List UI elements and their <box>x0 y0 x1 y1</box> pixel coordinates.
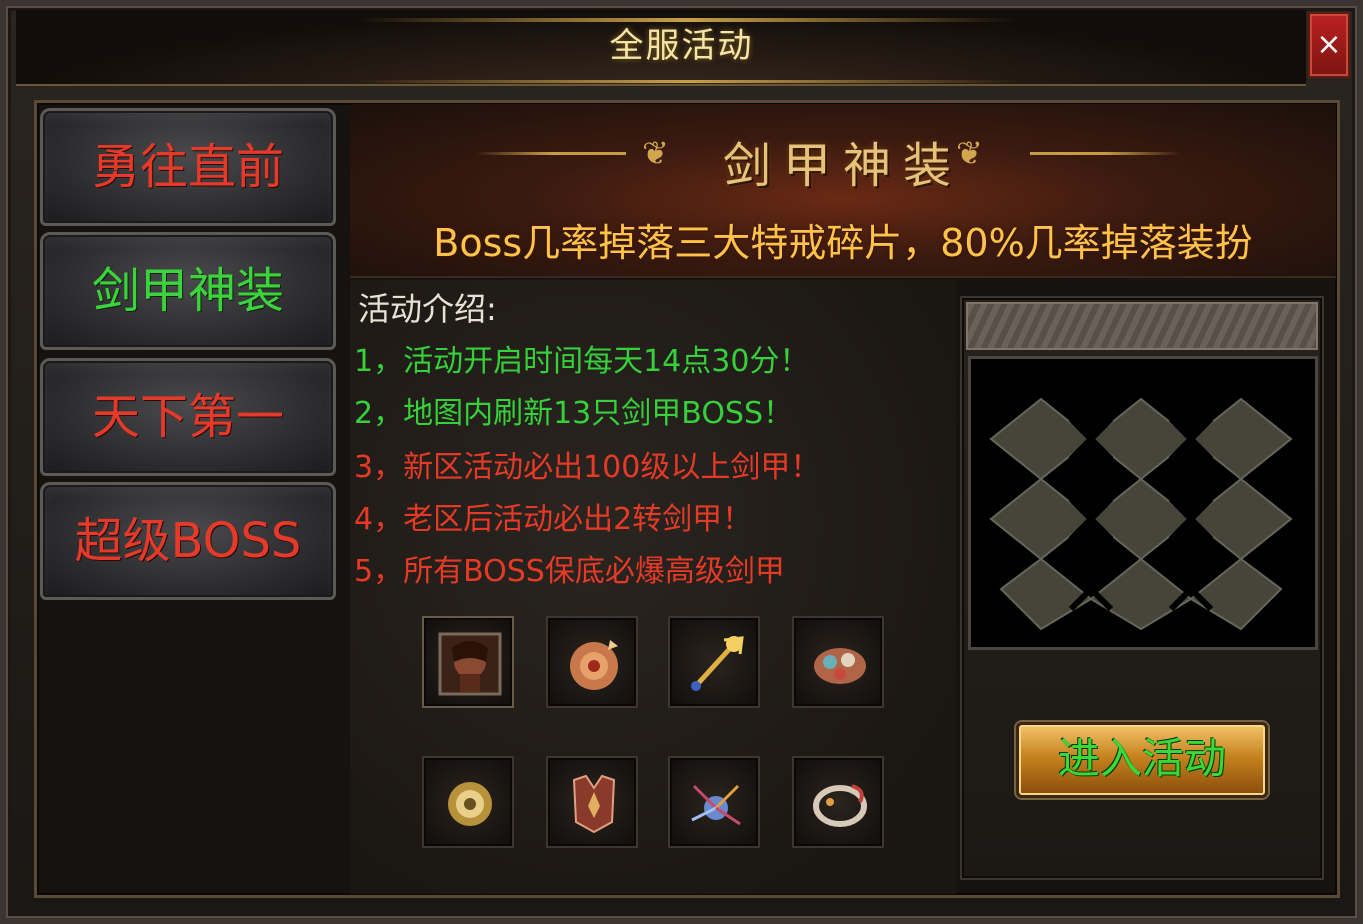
reward-slot[interactable] <box>422 756 514 848</box>
dragon-ring-icon <box>813 784 867 827</box>
sidebar-item-super-boss[interactable]: 超级BOSS <box>40 482 336 600</box>
window-title: 全服活动 <box>609 26 754 66</box>
intro-title: 活动介绍: <box>358 290 497 328</box>
reward-slot[interactable] <box>668 616 760 708</box>
rule-line: 1，活动开启时间每天14点30分！ <box>354 344 810 379</box>
orb-icon <box>570 640 618 690</box>
reward-slot[interactable] <box>546 616 638 708</box>
reward-slot[interactable] <box>422 616 514 708</box>
reward-slot[interactable] <box>668 756 760 848</box>
title-glow-bottom <box>356 80 1016 83</box>
dungeon-map-icon <box>989 397 1293 631</box>
banner-title: 剑甲神装 <box>722 138 963 194</box>
map-header <box>966 302 1318 350</box>
gem-cluster-icon <box>814 648 866 684</box>
gold-ring-icon <box>448 782 492 826</box>
dungeon-map-icon <box>968 356 1318 650</box>
sidebar-item-brave-forward[interactable]: 勇往直前 <box>40 108 336 226</box>
banner-subtitle: Boss几率掉落三大特戒碎片，80%几率掉落装扮 <box>433 221 1253 265</box>
activity-banner: ❦ ❦ 剑甲神装 Boss几率掉落三大特戒碎片，80%几率掉落装扮 <box>350 104 1336 278</box>
portrait-icon <box>438 632 502 696</box>
rule-line: 3，新区活动必出100级以上剑甲！ <box>354 450 821 485</box>
crystal-spray-icon <box>691 784 741 826</box>
sidebar-item-sword-armor[interactable]: 剑甲神装 <box>40 232 336 350</box>
sidebar-item-number-one[interactable]: 天下第一 <box>40 358 336 476</box>
reward-slot[interactable] <box>792 756 884 848</box>
scepter-icon <box>691 636 744 691</box>
armor-icon <box>572 774 616 834</box>
close-button[interactable]: × <box>1308 12 1350 78</box>
reward-slot[interactable] <box>792 616 884 708</box>
rule-line: 4，老区后活动必出2转剑甲！ <box>354 502 753 537</box>
enter-activity-button[interactable]: 进入活动 <box>1016 722 1268 798</box>
reward-slot[interactable] <box>546 756 638 848</box>
rule-line: 5，所有BOSS保底必爆高级剑甲 <box>354 554 785 589</box>
rule-line: 2，地图内刷新13只剑甲BOSS！ <box>354 396 794 431</box>
activity-info-panel: 活动介绍: 1，活动开启时间每天14点30分！ 2，地图内刷新13只剑甲BOSS… <box>350 280 956 894</box>
